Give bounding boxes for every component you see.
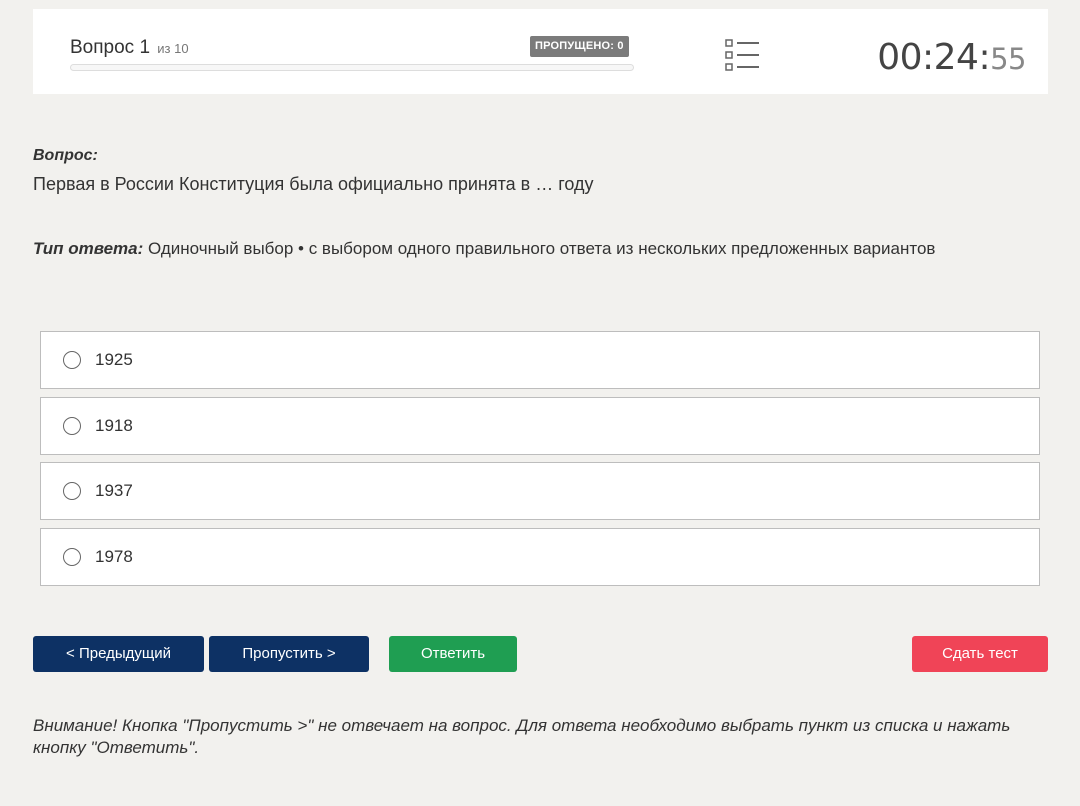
answer-option[interactable]: 1978 (40, 527, 1040, 586)
question-counter: Вопрос 1 из 10 (70, 37, 189, 59)
timer: 00:24:55 (877, 37, 1026, 78)
question-text: Первая в России Конституция была официал… (33, 174, 594, 194)
option-label: 1918 (95, 415, 133, 435)
previous-button[interactable]: < Предыдущий (33, 636, 204, 672)
progress-bar (70, 64, 634, 71)
answer-option[interactable]: 1937 (40, 462, 1040, 520)
radio-button[interactable] (63, 351, 81, 369)
finish-test-button[interactable]: Сдать тест (912, 636, 1048, 672)
answer-type-label: Тип ответа: (33, 239, 144, 258)
warning-note: Внимание! Кнопка "Пропустить >" не отвеч… (33, 716, 1011, 757)
radio-button[interactable] (63, 547, 81, 566)
timer-main: 00:24: (877, 37, 991, 78)
answer-button[interactable]: Ответить (389, 636, 517, 672)
timer-seconds: 55 (990, 42, 1026, 76)
radio-button[interactable] (63, 482, 81, 500)
answer-option[interactable]: 1925 (40, 331, 1040, 389)
option-label: 1937 (95, 481, 133, 500)
question-number: Вопрос 1 (70, 37, 151, 58)
option-label: 1925 (95, 350, 133, 369)
answer-options: 1925 1918 1937 1978 (40, 331, 1040, 593)
question-total: из 10 (157, 41, 189, 56)
skipped-badge: ПРОПУЩЕНО: 0 (530, 36, 629, 57)
radio-button[interactable] (63, 416, 81, 435)
questions-list-button[interactable] (725, 39, 761, 71)
answer-type: Тип ответа: Одиночный выбор • с выбором … (33, 239, 935, 259)
option-label: 1978 (95, 546, 133, 566)
answer-type-value: Одиночный выбор • с выбором одного прави… (148, 239, 936, 258)
test-header: Вопрос 1 из 10 ПРОПУЩЕНО: 0 00:24:55 (33, 9, 1048, 94)
list-icon (725, 39, 759, 71)
answer-option[interactable]: 1918 (40, 396, 1040, 455)
skip-button[interactable]: Пропустить > (209, 636, 369, 672)
question-label: Вопрос: (33, 147, 98, 164)
